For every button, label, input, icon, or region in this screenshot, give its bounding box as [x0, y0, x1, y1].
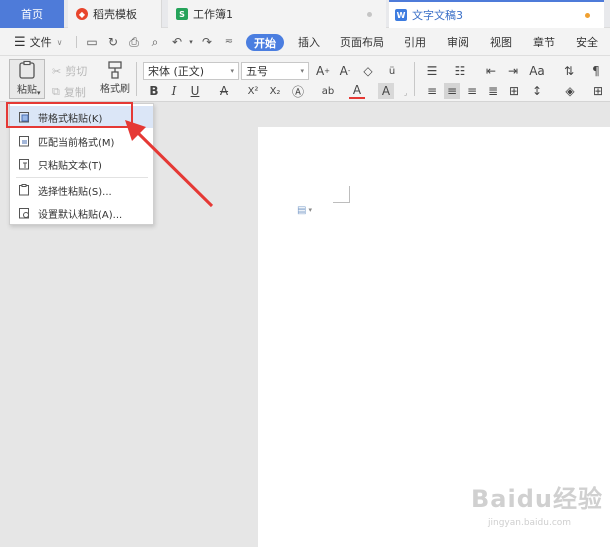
annotation-arrow: [125, 120, 214, 208]
watermark-logo: Baidu经验: [471, 485, 603, 513]
watermark-url: jingyan.baidu.com: [488, 518, 572, 528]
arrow-shaft: [134, 129, 214, 208]
